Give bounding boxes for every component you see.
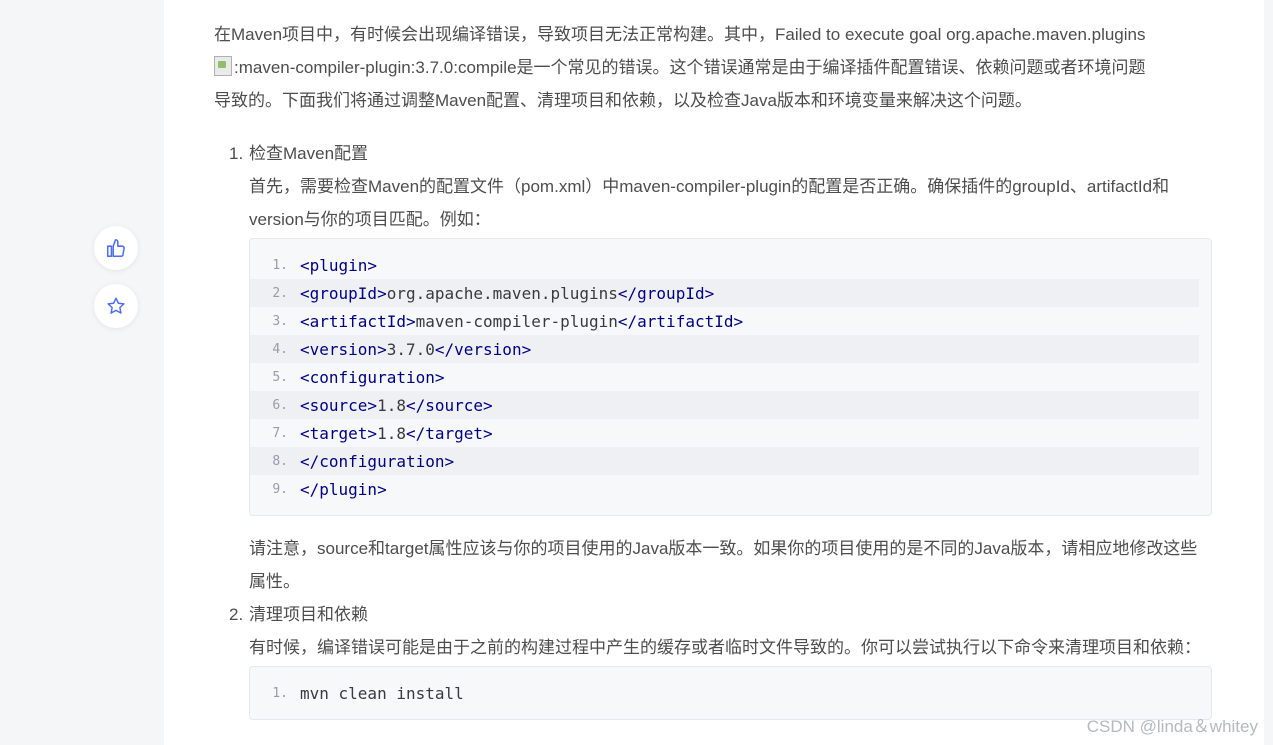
code-line: 1. <plugin> — [250, 251, 1199, 279]
code-block[interactable]: 1. <plugin> 2. <groupId> org.apache.maven.p… — [249, 238, 1212, 516]
code-tag: </configuration> — [300, 451, 455, 471]
code-line: 3. <artifactId> maven-compiler-plugin </art… — [250, 307, 1199, 335]
line-number: 5. — [272, 369, 288, 385]
article-body: 在Maven项目中，有时候会出现编译错误，导致项目无法正常构建。其中，Faile… — [164, 0, 1264, 745]
code-tag: <plugin> — [300, 255, 378, 275]
code-line: 1. mvn clean install — [250, 679, 1199, 707]
code-text: 1.8 — [377, 395, 406, 415]
code-line: 4. <version> 3.7.0 </version> — [250, 335, 1199, 363]
line-number: 7. — [272, 425, 288, 441]
intro-line-3: 导致的。下面我们将通过调整Maven配置、清理项目和依赖，以及检查Java版本和… — [214, 91, 1032, 110]
step-title: 检查Maven配置 — [249, 144, 369, 163]
code-tag: </version> — [434, 339, 532, 359]
right-rail — [1264, 0, 1273, 745]
line-number: 8. — [272, 453, 288, 469]
code-tag: </groupId> — [617, 283, 715, 303]
code-line: 6. <source> 1.8 </source> — [250, 391, 1199, 419]
code-tag: </plugin> — [300, 479, 387, 499]
intro-paragraph: 在Maven项目中，有时候会出现编译错误，导致项目无法正常构建。其中，Faile… — [214, 18, 1214, 117]
code-tag: <artifactId> — [300, 311, 416, 331]
like-button[interactable] — [94, 226, 138, 270]
code-tag: <source> — [300, 395, 378, 415]
code-tag: </artifactId> — [617, 311, 744, 331]
intro-line-2: :maven-compiler-plugin:3.7.0:compile是一个常… — [234, 58, 1146, 77]
step-note: 请注意，source和target属性应该与你的项目使用的Java版本一致。如果… — [249, 539, 1198, 591]
broken-image-icon — [214, 56, 232, 76]
left-rail — [0, 0, 164, 745]
line-number: 2. — [272, 285, 288, 301]
code-block[interactable]: 1. mvn clean install — [249, 666, 1212, 720]
code-text: maven-compiler-plugin — [415, 311, 618, 331]
code-tag: </source> — [405, 395, 493, 415]
code-tag: <target> — [300, 423, 378, 443]
step-title: 清理项目和依赖 — [249, 605, 368, 624]
line-number: 6. — [272, 397, 288, 413]
step-description: 有时候，编译错误可能是由于之前的构建过程中产生的缓存或者临时文件导致的。你可以尝… — [249, 638, 1201, 657]
code-text: mvn clean install — [300, 683, 464, 703]
list-item: 1. 检查Maven配置 首先，需要检查Maven的配置文件（pom.xml）中… — [214, 137, 1214, 598]
thumbs-up-icon — [106, 238, 125, 258]
code-line: 8. </configuration> — [250, 447, 1199, 475]
intro-line-1: 在Maven项目中，有时候会出现编译错误，导致项目无法正常构建。其中，Faile… — [214, 25, 1146, 44]
watermark: CSDN @linda＆whitey — [1086, 717, 1258, 736]
step-number: 2. — [229, 605, 244, 624]
code-tag: <groupId> — [300, 283, 387, 303]
line-number: 4. — [272, 341, 288, 357]
code-tag: <configuration> — [300, 367, 445, 387]
code-text: 1.8 — [377, 423, 406, 443]
code-line: 2. <groupId> org.apache.maven.plugins </gro… — [250, 279, 1199, 307]
line-number: 1. — [272, 685, 288, 701]
step-description: 首先，需要检查Maven的配置文件（pom.xml）中maven-compile… — [249, 177, 1170, 229]
code-text: org.apache.maven.plugins — [386, 283, 618, 303]
steps-list: 1. 检查Maven配置 首先，需要检查Maven的配置文件（pom.xml）中… — [214, 137, 1214, 720]
line-number: 1. — [272, 257, 288, 273]
code-tag: <version> — [300, 339, 387, 359]
code-text: 3.7.0 — [386, 339, 435, 359]
star-icon — [107, 297, 125, 314]
list-item: 2. 清理项目和依赖 有时候，编译错误可能是由于之前的构建过程中产生的缓存或者临… — [214, 598, 1214, 720]
code-tag: </target> — [405, 423, 493, 443]
step-number: 1. — [229, 144, 244, 163]
line-number: 9. — [272, 481, 288, 497]
code-line: 7. <target> 1.8 </target> — [250, 419, 1199, 447]
code-line: 9. </plugin> — [250, 475, 1199, 503]
line-number: 3. — [272, 313, 288, 329]
code-line: 5. <configuration> — [250, 363, 1199, 391]
favorite-button[interactable] — [94, 284, 138, 328]
